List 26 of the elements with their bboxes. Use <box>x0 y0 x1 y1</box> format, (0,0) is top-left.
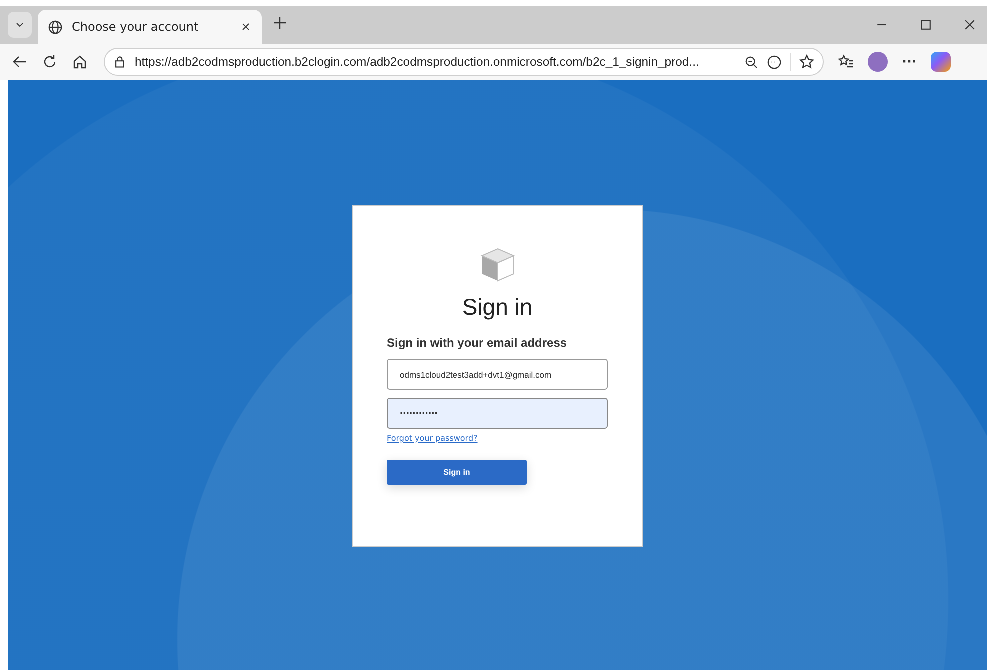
tab-title: Choose your account <box>72 20 200 34</box>
plus-icon[interactable] <box>272 15 288 31</box>
maximize-icon[interactable] <box>919 18 933 32</box>
signin-subtitle: Sign in with your email address <box>387 336 568 350</box>
signin-title: Sign in <box>461 294 534 321</box>
url-text: https://adb2codmsproduction.b2clogin.com/adb2codmsproduction.onmicrosoft.com/b2c_1_signin_prod... <box>135 55 700 69</box>
favorites-icon[interactable] <box>838 54 854 70</box>
back-icon[interactable] <box>12 54 28 70</box>
email-field[interactable]: odms1cloud2test3add+dvt1@gmail.com <box>387 359 608 390</box>
more-circle-icon[interactable] <box>767 54 782 70</box>
star-icon[interactable] <box>799 54 815 70</box>
forgot-password-link[interactable]: Forgot your password? <box>387 434 478 443</box>
globe-icon <box>48 20 63 34</box>
close-icon[interactable] <box>963 18 977 32</box>
password-field[interactable]: ············ <box>387 398 608 429</box>
signin-button[interactable]: Sign in <box>387 460 527 485</box>
lock-icon <box>113 55 127 69</box>
refresh-icon[interactable] <box>42 54 58 70</box>
close-icon[interactable] <box>240 21 252 33</box>
browser-tab[interactable]: Choose your account <box>38 10 262 44</box>
profile-avatar[interactable] <box>868 52 888 72</box>
address-bar[interactable]: https://adb2codmsproduction.b2clogin.com/adb2codmsproduction.onmicrosoft.com/b2c_1_signin_prod... <box>104 48 824 76</box>
zoom-out-icon[interactable] <box>744 54 759 70</box>
cube-icon <box>478 246 516 284</box>
home-icon[interactable] <box>72 54 88 70</box>
more-button[interactable]: ··· <box>902 54 917 70</box>
